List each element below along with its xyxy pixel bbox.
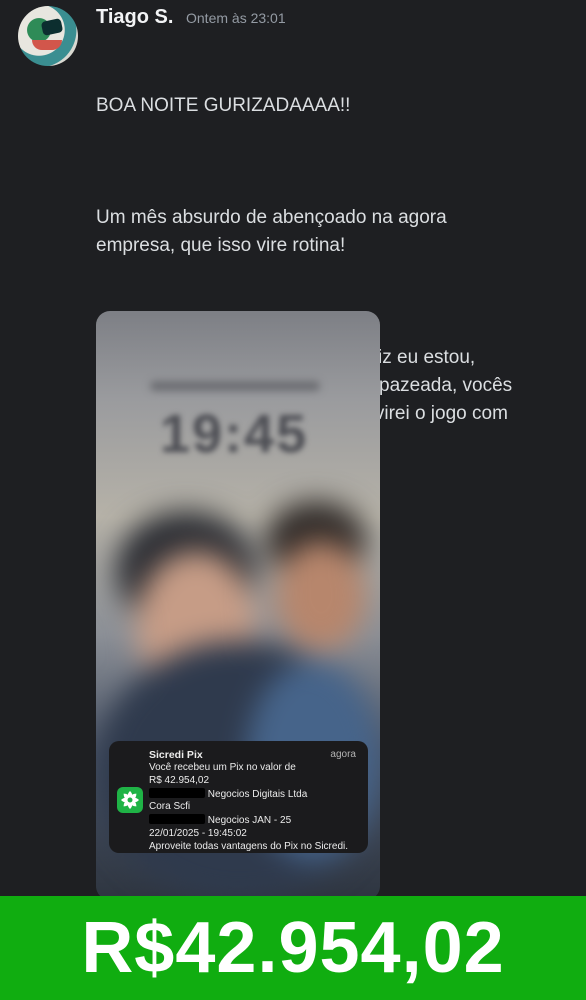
message-author[interactable]: Tiago S. (96, 6, 173, 29)
redaction-bar (149, 814, 205, 825)
user-avatar[interactable] (18, 6, 78, 66)
notification-line: Negocios Digitais Ltda (149, 787, 364, 802)
avatar-eye (40, 18, 64, 36)
lockscreen-date (150, 381, 320, 391)
notification-amount: R$ 42.954,02 (149, 774, 210, 786)
notification-app-name: Sicredi Pix (149, 749, 203, 761)
message-timestamp: Ontem às 23:01 (186, 10, 286, 26)
sicredi-logo-icon (117, 787, 143, 813)
lockscreen-clock: 19:45 (160, 404, 309, 464)
notification-datetime: 22/01/2025 - 19:45:02 (149, 827, 247, 839)
message-paragraph: Um mês absurdo de abençoado na agora emp… (96, 207, 447, 256)
redaction-bar (149, 787, 205, 798)
notification-sender: Negocios Digitais Ltda (207, 788, 308, 800)
notification-body: Você recebeu um Pix no valor de R$ 42.95… (149, 762, 364, 854)
banner-amount: R$42.954,02 (81, 908, 505, 988)
avatar-mouth (32, 40, 62, 50)
notification-line: Negocios JAN - 25 (149, 814, 364, 828)
notification-line: Você recebeu um Pix no valor de (149, 762, 296, 773)
notification-line: Cora Scfi (149, 801, 191, 813)
notification-line: Aproveite todas vantagens do Pix no Sicr… (149, 840, 349, 852)
message-paragraph: BOA NOITE GURIZADAAAA!! (96, 95, 351, 116)
pix-notification: Sicredi Pix agora Você recebeu um Pix no… (109, 741, 368, 853)
notification-description: Negocios JAN - 25 (207, 815, 292, 827)
notification-time: agora (330, 749, 356, 760)
amount-banner: R$42.954,02 (0, 896, 586, 1000)
